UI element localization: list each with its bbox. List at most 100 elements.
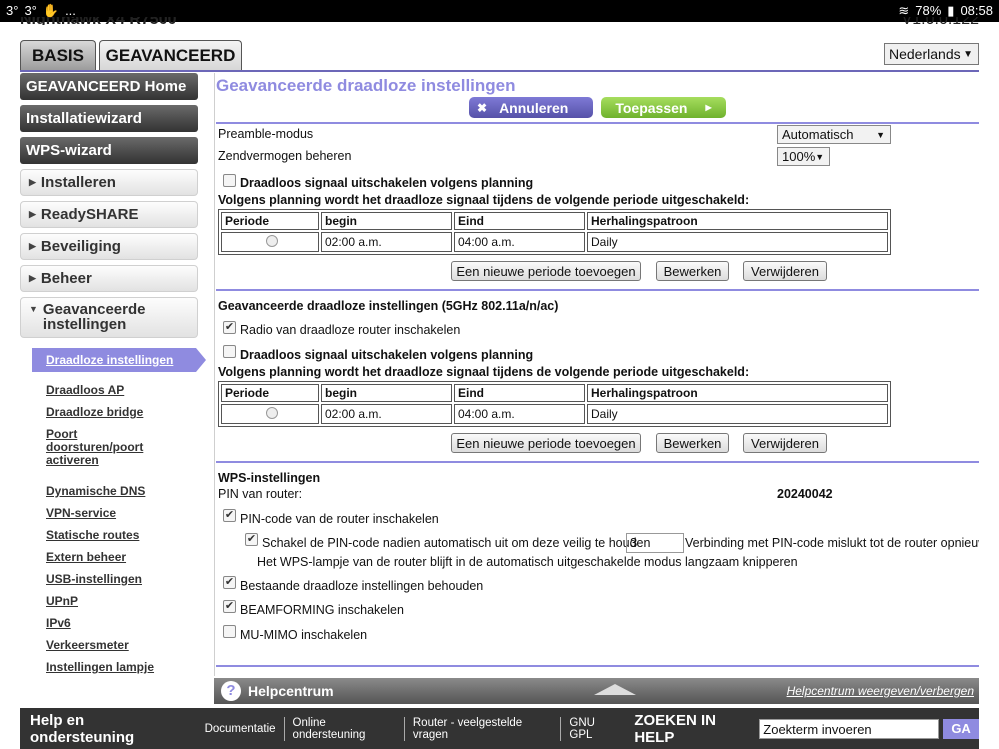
keep-settings-label: Bestaande draadloze instellingen behoude…: [240, 579, 484, 593]
pin-auto-checkbox[interactable]: ✔: [245, 533, 258, 546]
sub-usb-settings[interactable]: USB-instellingen: [32, 573, 198, 586]
search-go-button[interactable]: GA: [943, 718, 980, 739]
schedule-label-24g: Draadloos signaal uitschakelen volgens p…: [240, 176, 534, 190]
page-title: Geavanceerde draadloze instellingen: [216, 76, 516, 95]
power-label: Zendvermogen beheren: [218, 149, 352, 163]
language-select[interactable]: Nederlands ▼: [884, 43, 979, 65]
nav-setup[interactable]: ▶ Installeren: [20, 169, 198, 196]
radio-enable-checkbox[interactable]: ✔: [223, 321, 236, 334]
sub-led-settings[interactable]: Instellingen lampje: [32, 661, 198, 674]
sidebar: GEAVANCEERD Home Installatiewizard WPS-w…: [20, 73, 206, 683]
preamble-select[interactable]: Automatisch ▼: [777, 125, 891, 144]
col-header: Eind: [454, 384, 585, 402]
beamforming-checkbox[interactable]: ✔: [223, 600, 236, 613]
advanced-submenu: Draadloze instellingen Draadloos AP Draa…: [32, 348, 206, 674]
nav-security[interactable]: ▶ Beveiliging: [20, 233, 198, 260]
period-radio[interactable]: [265, 234, 278, 247]
nav-label: Beveiliging: [40, 238, 121, 255]
pin-value: 20240042: [777, 487, 833, 501]
sub-upnp[interactable]: UPnP: [32, 595, 198, 608]
power-select[interactable]: 100% ▼: [777, 147, 830, 166]
sub-traffic-meter[interactable]: Verkeersmeter: [32, 639, 198, 652]
nav-label: ReadySHARE: [40, 206, 139, 223]
cell-end: 04:00 a.m.: [454, 232, 585, 252]
help-center-title: Helpcentrum: [248, 683, 334, 699]
cancel-button[interactable]: ✖ Annuleren: [469, 97, 593, 118]
footer-link-gpl[interactable]: GNU GPL: [560, 716, 626, 741]
help-toggle-link[interactable]: Helpcentrum weergeven/verbergen: [787, 684, 974, 698]
nav-label: Beheer: [40, 270, 92, 287]
triangle-right-icon: ▶: [29, 273, 36, 283]
schedule-label-5g: Draadloos signaal uitschakelen volgens p…: [240, 348, 534, 362]
sub-ipv6[interactable]: IPv6: [32, 617, 198, 630]
power-value: 100%: [782, 149, 816, 164]
nav-wps-wizard[interactable]: WPS-wizard: [20, 137, 198, 164]
expand-arrow-icon[interactable]: [594, 684, 636, 695]
edit-button-24g[interactable]: Bewerken: [656, 261, 729, 281]
sub-wireless-settings[interactable]: Draadloze instellingen: [32, 348, 206, 372]
footer-title: Help en ondersteuning: [30, 711, 135, 746]
period-radio[interactable]: [265, 406, 278, 419]
sub-static-routes[interactable]: Statische routes: [32, 529, 198, 542]
pin-attempts-input[interactable]: 3: [626, 533, 684, 553]
cell-begin: 02:00 a.m.: [321, 232, 452, 252]
mumimo-checkbox[interactable]: [223, 625, 236, 638]
cell-end: 04:00 a.m.: [454, 404, 585, 424]
divider: [216, 122, 979, 124]
delete-button-24g[interactable]: Verwijderen: [743, 261, 827, 281]
cell-begin: 02:00 a.m.: [321, 404, 452, 424]
battery-level: 78%: [915, 3, 942, 18]
nav-advanced-home[interactable]: GEAVANCEERD Home: [20, 73, 198, 100]
schedule-checkbox-24g[interactable]: [223, 174, 236, 187]
cell-repeat: Daily: [587, 404, 888, 424]
cell-repeat: Daily: [587, 232, 888, 252]
router-model: Nighthawk X4 R7500: [20, 17, 177, 25]
preamble-label: Preamble-modus: [218, 127, 314, 141]
col-header: begin: [321, 212, 452, 230]
pin-label: PIN van router:: [218, 487, 303, 501]
keep-settings-checkbox[interactable]: ✔: [223, 576, 236, 589]
add-period-button-24g[interactable]: Een nieuwe periode toevoegen: [451, 261, 641, 281]
sub-port-forwarding[interactable]: Poort doorsturen/poort activeren: [32, 428, 143, 467]
col-header: Eind: [454, 212, 585, 230]
mumimo-label: MU-MIMO inschakelen: [240, 628, 368, 642]
delete-button-5g[interactable]: Verwijderen: [743, 433, 827, 453]
nav-administration[interactable]: ▶ Beheer: [20, 265, 198, 292]
nav-readyshare[interactable]: ▶ ReadySHARE: [20, 201, 198, 228]
dropdown-arrow-icon: ▼: [815, 151, 825, 162]
beamforming-label: BEAMFORMING inschakelen: [240, 603, 404, 617]
help-icon: ?: [221, 681, 241, 701]
help-search-input[interactable]: Zoekterm invoeren: [759, 718, 940, 739]
preamble-value: Automatisch: [782, 127, 854, 142]
nav-setup-wizard[interactable]: Installatiewizard: [20, 105, 198, 132]
close-icon: ✖: [477, 100, 488, 115]
sub-remote-management[interactable]: Extern beheer: [32, 551, 198, 564]
table-row: 02:00 a.m. 04:00 a.m. Daily: [221, 404, 888, 424]
footer-link-support[interactable]: Online ondersteuning: [283, 716, 404, 741]
add-period-button-5g[interactable]: Een nieuwe periode toevoegen: [451, 433, 641, 453]
help-center-bar: ? Helpcentrum Helpcentrum weergeven/verb…: [214, 678, 979, 704]
weather-temp-2: 3°: [24, 3, 37, 18]
schedule-note-5g: Volgens planning wordt het draadloze sig…: [218, 365, 750, 379]
tab-advanced[interactable]: GEAVANCEERD: [99, 40, 242, 71]
footer-link-documentation[interactable]: Documentatie: [197, 723, 284, 735]
triangle-down-icon: ▼: [29, 304, 38, 314]
dropdown-arrow-icon: ▼: [963, 48, 973, 60]
divider: [216, 665, 979, 667]
pin-enable-checkbox[interactable]: ✔: [223, 509, 236, 522]
sub-wireless-ap[interactable]: Draadloos AP: [32, 384, 198, 397]
apply-button[interactable]: Toepassen ▶: [601, 97, 726, 118]
sub-vpn-service[interactable]: VPN-service: [32, 507, 198, 520]
nav-advanced-setup[interactable]: ▼ Geavanceerde instellingen: [20, 297, 198, 338]
divider: [216, 461, 979, 463]
edit-button-5g[interactable]: Bewerken: [656, 433, 729, 453]
tab-basis[interactable]: BASIS: [20, 40, 96, 71]
nav-label: Geavanceerde instellingen: [42, 301, 146, 333]
search-help-title: ZOEKEN IN HELP: [634, 711, 717, 746]
footer: Help en ondersteuning Documentatie Onlin…: [20, 708, 980, 749]
sub-dynamic-dns[interactable]: Dynamische DNS: [32, 485, 198, 498]
sub-wireless-bridge[interactable]: Draadloze bridge: [32, 406, 198, 419]
schedule-checkbox-5g[interactable]: [223, 345, 236, 358]
wps-title: WPS-instellingen: [218, 471, 321, 485]
footer-link-faq[interactable]: Router - veelgestelde vragen: [403, 716, 561, 741]
